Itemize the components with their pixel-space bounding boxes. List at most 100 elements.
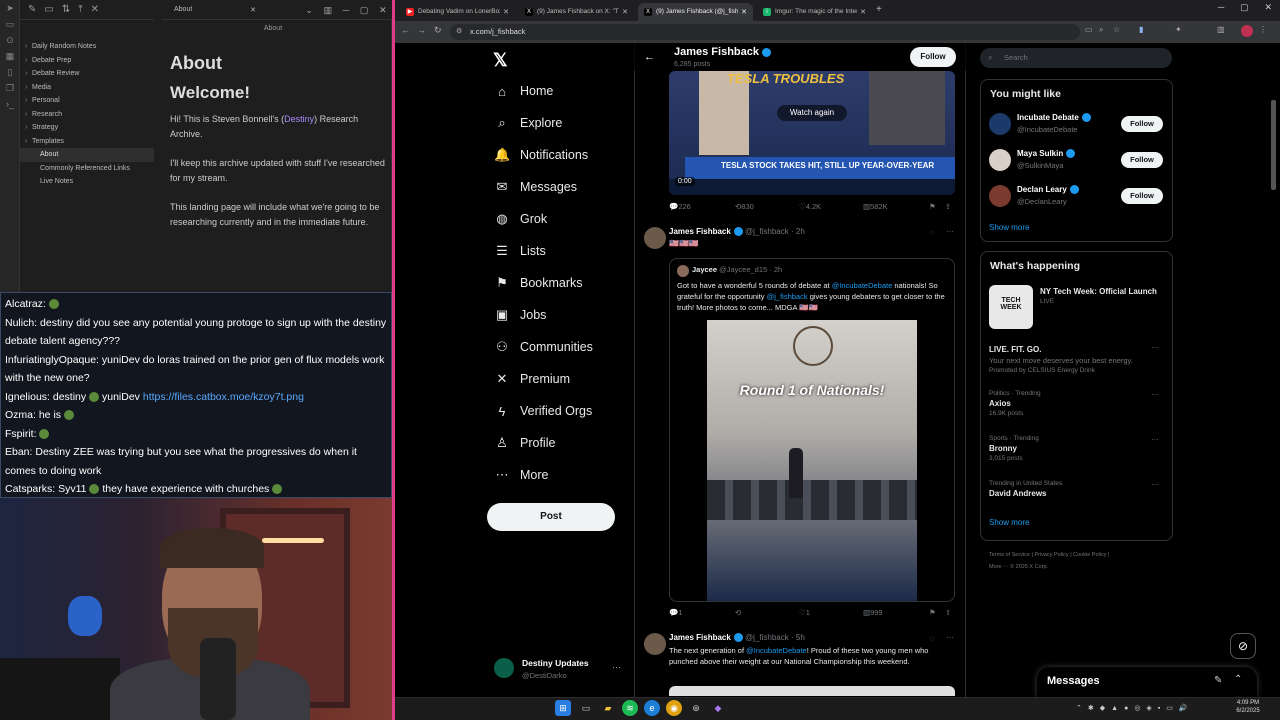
file-icon[interactable]: ▯ xyxy=(0,64,20,80)
graph-icon[interactable]: ⊙ xyxy=(0,32,20,48)
nav-item-lists[interactable]: ☰ Lists xyxy=(494,239,546,263)
more-icon[interactable]: ··· xyxy=(1151,435,1159,444)
close-tab-icon[interactable]: ✕ xyxy=(860,8,866,16)
follow-button[interactable]: Follow xyxy=(1121,152,1163,168)
copy-icon[interactable]: ❐ xyxy=(0,80,20,96)
avatar[interactable] xyxy=(644,227,666,249)
tweet-photo[interactable] xyxy=(669,686,955,696)
more-icon[interactable]: ··· xyxy=(1151,343,1159,352)
mention-link[interactable]: @IncubateDebate xyxy=(746,646,807,655)
close-icon[interactable]: ✕ xyxy=(1265,2,1273,13)
forward-icon[interactable]: → xyxy=(417,25,426,35)
scrollbar[interactable] xyxy=(1271,100,1276,190)
file-tree-item[interactable]: Daily Random Notes xyxy=(20,40,154,54)
chat-username[interactable]: Ozma: xyxy=(5,409,36,421)
zoom-icon[interactable]: ⌕ xyxy=(1099,25,1103,35)
nav-item-profile[interactable]: ♙ Profile xyxy=(494,431,555,455)
minimize-icon[interactable]: ─ xyxy=(1218,2,1224,13)
menu-icon[interactable]: ⋮ xyxy=(1259,25,1267,34)
send-icon[interactable]: ➤ xyxy=(0,0,20,16)
x-logo-icon[interactable]: 𝕏 xyxy=(493,50,508,71)
nav-item-explore[interactable]: ⌕ Explore xyxy=(494,111,562,135)
chat-username[interactable]: InfuriatinglyOpaque: xyxy=(5,354,99,366)
file-tree-item[interactable]: Research xyxy=(20,108,154,122)
network-icon[interactable]: ▭ xyxy=(1166,704,1173,712)
new-note-icon[interactable]: ✎ xyxy=(28,4,36,15)
tweet-photo[interactable]: Round 1 of Nationals! xyxy=(707,320,917,601)
cast-icon[interactable]: ▭ xyxy=(1085,25,1093,34)
close-icon[interactable]: ✕ xyxy=(379,5,387,16)
file-tree-item[interactable]: Media xyxy=(20,81,154,95)
maximize-icon[interactable]: ▢ xyxy=(1240,2,1249,13)
messages-drawer[interactable]: Messages ✎ ⌃ xyxy=(1037,667,1257,697)
app-icon[interactable]: ● xyxy=(1124,705,1128,712)
sidepanel-icon[interactable]: ▥ xyxy=(1217,25,1225,34)
account-switcher[interactable]: Destiny Updates @DestiDarko ··· xyxy=(494,656,634,686)
mention-link[interactable]: @IncubateDebate xyxy=(832,281,893,290)
event-thumbnail[interactable]: TECH WEEK xyxy=(989,285,1033,329)
follow-button[interactable]: Follow xyxy=(1121,188,1163,204)
share-icon[interactable]: ⇪ xyxy=(945,202,951,211)
close-all-icon[interactable]: ✕ xyxy=(91,4,99,15)
extension-icon[interactable]: ▮ xyxy=(1139,25,1143,34)
chat-username[interactable]: Alcatraz: xyxy=(5,298,46,310)
more-icon[interactable]: ··· xyxy=(612,662,621,672)
reply-button[interactable]: 💬 226 xyxy=(669,202,691,211)
grok-icon[interactable]: ◌ xyxy=(930,634,935,643)
chat-username[interactable]: Nulich: xyxy=(5,317,37,329)
chevron-up-icon[interactable]: ⌃ xyxy=(1076,704,1082,712)
chat-username[interactable]: Catsparks: xyxy=(5,483,55,495)
nav-item-bookmarks[interactable]: ⚑ Bookmarks xyxy=(494,271,582,295)
trend-item[interactable]: Politics · Trending Axios 16.9K posts ··· xyxy=(989,390,1165,417)
chat-username[interactable]: Eban: xyxy=(5,446,32,458)
nav-item-notifications[interactable]: 🔔 Notifications xyxy=(494,143,588,167)
back-arrow-icon[interactable]: ← xyxy=(644,51,655,63)
chrome-icon[interactable]: ◉ xyxy=(666,700,682,716)
volume-icon[interactable]: 🔊 xyxy=(1179,704,1188,712)
more-icon[interactable]: ··· xyxy=(946,633,954,642)
nav-item-more[interactable]: ⋯ More xyxy=(494,463,549,487)
repost-button[interactable]: ⟲ 830 xyxy=(735,202,754,211)
show-more-link[interactable]: Show more xyxy=(989,223,1029,232)
grok-icon[interactable]: ⊘ xyxy=(1230,633,1256,659)
more-icon[interactable]: ··· xyxy=(946,227,954,236)
compose-message-icon[interactable]: ✎ xyxy=(1214,675,1222,686)
avatar[interactable] xyxy=(644,633,666,655)
nav-item-premium[interactable]: ✕ Premium xyxy=(494,367,570,391)
post-button[interactable]: Post xyxy=(487,503,615,531)
obsidian-icon[interactable]: ◆ xyxy=(710,700,726,716)
nav-item-home[interactable]: ⌂ Home xyxy=(494,79,553,103)
trend-item[interactable]: Sports · Trending Bronny 3,015 posts ··· xyxy=(989,435,1165,462)
chevron-down-icon[interactable]: ⌄ xyxy=(305,5,313,16)
reply-button[interactable]: 💬 1 xyxy=(669,608,683,617)
nav-item-jobs[interactable]: ▣ Jobs xyxy=(494,303,547,327)
edge-icon[interactable]: e xyxy=(644,700,660,716)
bluetooth-icon[interactable]: ✱ xyxy=(1088,704,1094,712)
file-tree-item[interactable]: About xyxy=(20,148,154,162)
app-icon[interactable]: ◈ xyxy=(1146,704,1151,712)
file-explorer-icon[interactable]: ▰ xyxy=(600,700,616,716)
terminal-icon[interactable]: ›_ xyxy=(0,96,20,112)
task-view-icon[interactable]: ▭ xyxy=(578,700,594,716)
clock[interactable]: 4:09 PM 6/2/2025 xyxy=(1228,699,1268,715)
follow-suggestion[interactable]: Maya Sulkin @SulkinMaya Follow xyxy=(989,147,1165,175)
follow-suggestion[interactable]: Declan Leary @DeclanLeary Follow xyxy=(989,183,1165,211)
follow-button[interactable]: Follow xyxy=(910,47,956,67)
more-icon[interactable]: ··· xyxy=(1151,390,1159,399)
views-button[interactable]: ▥ 999 xyxy=(863,608,883,617)
collapse-icon[interactable]: ⤒ xyxy=(78,4,82,15)
destiny-link[interactable]: Destiny xyxy=(284,114,314,124)
event-title[interactable]: NY Tech Week: Official Launch xyxy=(1040,287,1157,296)
chat-username[interactable]: Ignelious: xyxy=(5,391,50,403)
nav-item-messages[interactable]: ✉ Messages xyxy=(494,175,577,199)
folder-icon[interactable]: ▭ xyxy=(0,16,20,32)
site-info-icon[interactable]: ⚙ xyxy=(456,24,462,40)
trend-item[interactable]: Trending in United States David Andrews ··… xyxy=(989,480,1165,500)
browser-tab[interactable]: i Imgur: The magic of the Intern ✕ xyxy=(757,3,872,21)
app-icon[interactable]: ◆ xyxy=(1100,704,1105,712)
close-tab-icon[interactable]: ✕ xyxy=(741,8,747,16)
chat-username[interactable]: Fspirit: xyxy=(5,428,37,440)
file-tree-item[interactable]: Strategy xyxy=(20,121,154,135)
nav-item-grok[interactable]: ◍ Grok xyxy=(494,207,547,231)
watch-again-button[interactable]: Watch again xyxy=(777,105,847,121)
